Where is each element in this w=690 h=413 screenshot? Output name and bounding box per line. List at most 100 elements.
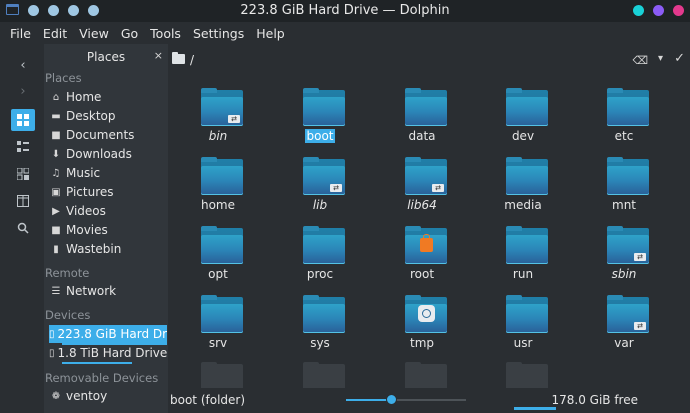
file-item[interactable]: ⇄ lib [270,157,370,225]
file-icon [506,362,548,388]
file-item[interactable]: sys [270,295,370,363]
window-title: 223.8 GiB Hard Drive — Dolphin [240,3,450,18]
videos-icon: ▶ [52,205,60,217]
places-item-label: 223.8 GiB Hard Dr... [57,327,167,341]
places-item-downloads[interactable]: ⬇ Downloads [49,145,167,163]
folder-icon [405,226,447,264]
clock-icon [418,305,435,322]
status-bar: boot (folder) 178.0 GiB free [168,388,690,413]
file-item[interactable]: boot [270,88,370,156]
status-selection: boot (folder) [170,393,246,407]
places-item-label: Home [66,90,102,104]
file-item-label: usr [473,336,573,350]
file-name: srv [208,336,228,350]
location-bar[interactable]: / ⌫ ▾ ✓ [168,50,690,72]
file-name: lib [312,198,328,212]
file-item[interactable]: srv [168,295,268,363]
file-item-label: srv [168,336,268,350]
compact-view-icon[interactable] [11,136,35,158]
chevron-down-icon[interactable]: ▾ [658,53,663,64]
clear-icon[interactable]: ⌫ [632,54,648,67]
details-view-icon[interactable] [11,163,35,185]
file-name: home [200,198,236,212]
menu-file[interactable]: File [4,26,37,41]
harddrive-icon: ▯ [49,328,55,340]
section-places: Places [45,71,82,85]
places-item-label: Music [66,166,101,180]
places-item-home[interactable]: ⌂ Home [49,88,167,106]
back-icon[interactable]: ‹ [11,54,35,76]
file-item-partial[interactable] [372,362,472,388]
close-button[interactable] [673,5,684,16]
places-item-network[interactable]: ☰ Network [49,282,167,300]
check-icon[interactable]: ✓ [674,51,685,66]
split-icon[interactable] [11,190,35,212]
places-item-documents[interactable]: ■ Documents [49,126,167,144]
file-item[interactable]: usr [473,295,573,363]
file-item[interactable]: tmp [372,295,472,363]
zoom-slider[interactable] [346,399,466,401]
places-item-label: Desktop [66,109,116,123]
file-item[interactable]: ⇄ bin [168,88,268,156]
file-name: tmp [409,336,434,350]
music-icon: ♫ [51,167,61,179]
folder-icon: ⇄ [405,157,447,195]
file-item[interactable]: root [372,226,472,294]
file-item[interactable]: dev [473,88,573,156]
places-item-label: 1.8 TiB Hard Drive [57,346,167,360]
file-icon [405,362,447,388]
minimize-button[interactable] [633,5,644,16]
file-item-partial[interactable] [168,362,268,388]
places-panel-title: Places [86,50,126,64]
folder-icon [172,52,185,64]
zoom-slider-handle[interactable] [385,394,397,405]
file-item[interactable]: home [168,157,268,225]
places-item-videos[interactable]: ▶ Videos [49,202,167,220]
menu-view[interactable]: View [73,26,115,41]
folder-icon: ⇄ [303,157,345,195]
menu-go[interactable]: Go [115,26,144,41]
file-item[interactable]: etc [574,88,674,156]
file-name: proc [306,267,334,281]
search-icon[interactable] [11,217,35,239]
icons-view-icon[interactable] [11,109,35,131]
file-item-partial[interactable] [270,362,370,388]
places-item-pictures[interactable]: ▣ Pictures [49,183,167,201]
file-item[interactable]: ⇄ var [574,295,674,363]
places-item-music[interactable]: ♫ Music [49,164,167,182]
free-space-bar [514,407,556,410]
places-item-label: Network [66,284,117,298]
file-item[interactable]: mnt [574,157,674,225]
file-item[interactable]: proc [270,226,370,294]
folder-icon [506,88,548,126]
menu-edit[interactable]: Edit [37,26,73,41]
places-item-hard-drive-223[interactable]: ▯ 223.8 GiB Hard Dr... [49,325,167,343]
menu-help[interactable]: Help [250,26,291,41]
file-icon [303,362,345,388]
maximize-button[interactable] [653,5,664,16]
file-item-partial[interactable] [473,362,573,388]
file-item[interactable]: data [372,88,472,156]
documents-icon: ■ [51,129,61,141]
places-item-hard-drive-1-8[interactable]: ▯ 1.8 TiB Hard Drive [49,344,167,362]
file-item[interactable]: ⇄ lib64 [372,157,472,225]
file-item[interactable]: ⇄ sbin [574,226,674,294]
toolbar-strip: ‹ › [0,44,44,413]
symlink-icon: ⇄ [634,322,646,330]
places-item-ventoy[interactable]: ❁ ventoy [49,387,167,405]
menu-settings[interactable]: Settings [187,26,250,41]
file-item-label: opt [168,267,268,281]
folder-icon [303,88,345,126]
places-item-movies[interactable]: ■ Movies [49,221,167,239]
menu-tools[interactable]: Tools [144,26,187,41]
forward-icon[interactable]: › [11,80,35,102]
location-path[interactable]: / [190,53,194,67]
file-item[interactable]: media [473,157,573,225]
close-icon[interactable]: × [154,49,163,62]
file-item[interactable]: run [473,226,573,294]
file-item[interactable]: opt [168,226,268,294]
window-controls [633,5,684,16]
places-item-desktop[interactable]: ▬ Desktop [49,107,167,125]
file-item-label: mnt [574,198,674,212]
places-item-wastebin[interactable]: ▮ Wastebin [49,240,167,258]
